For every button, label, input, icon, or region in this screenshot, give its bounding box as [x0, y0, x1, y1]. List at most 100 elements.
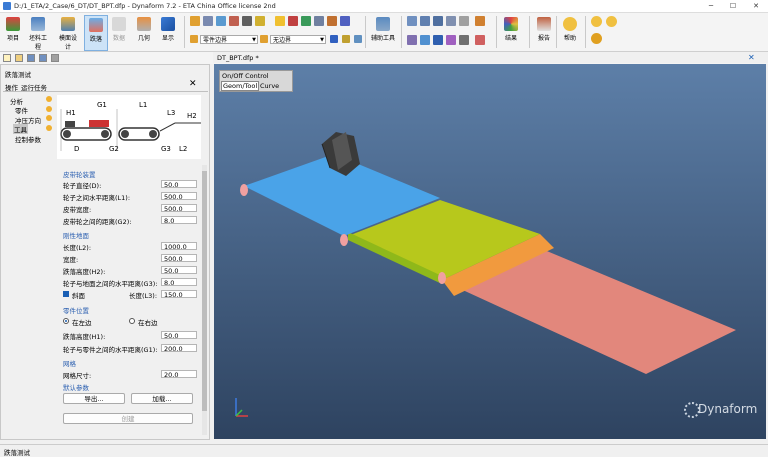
- viewport-canvas[interactable]: [214, 64, 766, 439]
- fit-icon[interactable]: [242, 16, 252, 26]
- divider: [3, 91, 208, 92]
- boundary-combo[interactable]: 无边界 ▼: [270, 35, 326, 44]
- minimize-button[interactable]: ─: [700, 0, 722, 12]
- copy-icon[interactable]: [446, 35, 456, 45]
- palette-icon[interactable]: [330, 35, 338, 43]
- part-pos-label: 跌落高度(H1):: [63, 333, 106, 341]
- close-icon[interactable]: ✕: [189, 79, 197, 89]
- status-bar: 跌落测试: [0, 444, 768, 457]
- save-as-icon[interactable]: [39, 54, 47, 62]
- section-default-params: 默认参数: [63, 384, 89, 392]
- data-icon: [112, 17, 126, 31]
- drop-height-h2-input[interactable]: 50.0: [161, 266, 197, 275]
- select-icon[interactable]: [190, 16, 200, 26]
- display-button[interactable]: 显示: [157, 15, 179, 49]
- section-icon[interactable]: [327, 16, 337, 26]
- ground-width-input[interactable]: 500.0: [161, 254, 197, 263]
- display-label: 显示: [161, 35, 174, 42]
- slope-checkbox[interactable]: [63, 291, 69, 297]
- window-title: D:/1_ETA/2_Case/6_DT/DT_BPT.dfp - Dynafo…: [14, 2, 276, 10]
- pan-icon[interactable]: [216, 16, 226, 26]
- radius-icon[interactable]: [446, 16, 456, 26]
- drop-height-h1-input[interactable]: 50.0: [161, 331, 197, 340]
- slope-length-input[interactable]: 150.0: [161, 290, 197, 299]
- part-boundary-combo[interactable]: 零件边界 ▼: [200, 35, 258, 44]
- globe-icon[interactable]: [591, 33, 602, 44]
- status-icon: [46, 96, 52, 102]
- new-file-icon[interactable]: [3, 54, 11, 62]
- dim-g3: G3: [161, 145, 171, 153]
- document-tab[interactable]: DT_BPT.dfp *: [217, 54, 259, 62]
- result-button[interactable]: 结果: [500, 15, 522, 49]
- check-icon[interactable]: [475, 35, 485, 45]
- belt-width-input[interactable]: 500.0: [161, 204, 197, 213]
- eraser-icon[interactable]: [288, 16, 298, 26]
- help-label: 帮助: [563, 35, 576, 42]
- mesh-icon[interactable]: [301, 16, 311, 26]
- load-button[interactable]: 加载...: [131, 393, 193, 404]
- drop-test-button[interactable]: 跌落: [84, 15, 108, 51]
- zoom-icon[interactable]: [229, 16, 239, 26]
- light-icon[interactable]: [354, 35, 362, 43]
- print-icon[interactable]: [51, 54, 59, 62]
- wheel-distance-input[interactable]: 500.0: [161, 192, 197, 201]
- tab-geom-tool[interactable]: Geom/Tool: [221, 81, 260, 91]
- delete-icon[interactable]: [459, 35, 469, 45]
- status-icon: [46, 125, 52, 131]
- axis-icon[interactable]: [475, 16, 485, 26]
- ribbon-toolbar: 项目 坯料工程 模面设计 跌落 数据 几何 显示 零件边界 ▼ 无边界 ▼ 辅助工具: [0, 13, 768, 52]
- ground-gap-input[interactable]: 8.0: [161, 278, 197, 287]
- create-button[interactable]: 创建: [63, 413, 193, 424]
- angle-icon[interactable]: [420, 16, 430, 26]
- panel-scrollbar[interactable]: [202, 165, 207, 435]
- scrollbar-thumb[interactable]: [202, 171, 207, 411]
- close-button[interactable]: ✕: [745, 0, 767, 12]
- save-icon[interactable]: [27, 54, 35, 62]
- ground-label: 轮子与地面之间的水平距离(G3):: [63, 280, 158, 288]
- drop-test-panel: 跌落测试 操作 运行任务 ✕ 分析 零件 冲压方向 工具 控制参数 H1 G1 …: [0, 64, 210, 440]
- radio-right[interactable]: [129, 318, 135, 324]
- measure-icon[interactable]: [407, 16, 417, 26]
- transform-icon[interactable]: [433, 35, 443, 45]
- layer-icon[interactable]: [340, 16, 350, 26]
- ground-length-input[interactable]: 1000.0: [161, 242, 197, 251]
- curve-icon[interactable]: [407, 35, 417, 45]
- report-button[interactable]: 报告: [533, 15, 555, 49]
- question-icon[interactable]: [591, 16, 602, 27]
- roller-end: [340, 234, 348, 246]
- tab-close-icon[interactable]: ✕: [748, 53, 755, 62]
- data-button[interactable]: 数据: [108, 15, 130, 49]
- open-folder-icon[interactable]: [15, 54, 23, 62]
- radio-left[interactable]: [63, 318, 69, 324]
- help-button[interactable]: 帮助: [559, 15, 581, 49]
- wheel-diameter-input[interactable]: 50.0: [161, 180, 197, 189]
- grid-icon[interactable]: [314, 16, 324, 26]
- belt-label: 轮子直径(D):: [63, 182, 102, 190]
- die-design-button[interactable]: 模面设计: [57, 15, 79, 51]
- blank-engineering-button[interactable]: 坯料工程: [27, 15, 49, 51]
- 3d-viewport[interactable]: On/Off Control Geom/Tool Curve Dynaform: [214, 64, 766, 439]
- info-icon[interactable]: [606, 16, 617, 27]
- distance-icon[interactable]: [433, 16, 443, 26]
- on-off-control-title: On/Off Control: [222, 72, 269, 80]
- part-wheel-gap-input[interactable]: 200.0: [161, 344, 197, 353]
- part-pos-label: 轮子与零件之间的水平距离(G1):: [63, 346, 158, 354]
- belt-gap-input[interactable]: 8.0: [161, 216, 197, 225]
- tree-item-part[interactable]: 零件: [15, 105, 28, 115]
- view-icon[interactable]: [255, 16, 265, 26]
- project-button[interactable]: 项目: [2, 15, 24, 49]
- panel-title: 跌落测试: [5, 71, 31, 79]
- tab-curve[interactable]: Curve: [260, 82, 279, 90]
- rotate-icon[interactable]: [203, 16, 213, 26]
- node-icon[interactable]: [459, 16, 469, 26]
- aux-tools-button[interactable]: 辅助工具: [368, 15, 398, 49]
- geometry-button[interactable]: 几何: [133, 15, 155, 49]
- fill-icon[interactable]: [342, 35, 350, 43]
- maximize-button[interactable]: ☐: [722, 0, 744, 12]
- tree-item-control[interactable]: 控制参数: [15, 134, 41, 144]
- mesh-size-input[interactable]: 20.0: [161, 370, 197, 379]
- pencil-icon[interactable]: [275, 16, 285, 26]
- tree-item-tool[interactable]: 工具: [13, 124, 28, 134]
- export-button[interactable]: 导出...: [63, 393, 125, 404]
- point-icon[interactable]: [420, 35, 430, 45]
